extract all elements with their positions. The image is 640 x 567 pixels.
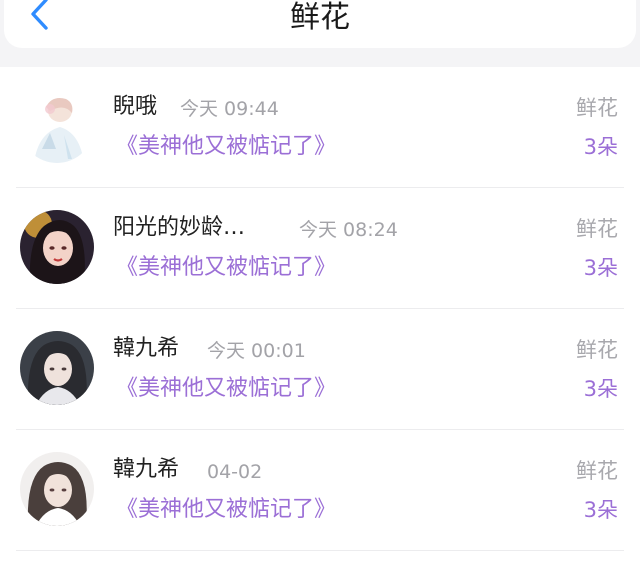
gift-count: 3朵: [583, 377, 618, 401]
sender-name: 睨哦: [113, 94, 158, 119]
avatar-illustration-icon: [20, 331, 94, 405]
book-title-link[interactable]: 《美神他又被惦记了》: [116, 374, 336, 404]
list-item[interactable]: 睨哦 今天 09:44 《美神他又被惦记了》 鲜花 3朵: [0, 67, 640, 188]
gift-type-label: 鲜花: [576, 459, 618, 483]
avatar-illustration-icon: [20, 210, 94, 284]
book-title-link[interactable]: 《美神他又被惦记了》: [116, 495, 336, 525]
avatar-illustration-icon: [20, 89, 94, 163]
sent-time: 今天 09:44: [180, 98, 279, 120]
gift-count: 3朵: [583, 498, 618, 522]
list-item[interactable]: 韓九希 04-02 《美神他又被惦记了》 鲜花 3朵: [0, 430, 640, 551]
gift-count: 3朵: [583, 256, 618, 280]
divider: [16, 550, 624, 551]
avatar[interactable]: [20, 331, 94, 405]
avatar[interactable]: [20, 452, 94, 526]
page-title: 鲜花: [290, 0, 350, 35]
list-item[interactable]: 阳光的妙龄… 今天 08:24 《美神他又被惦记了》 鲜花 3朵: [0, 188, 640, 309]
flower-gift-list: 睨哦 今天 09:44 《美神他又被惦记了》 鲜花 3朵 阳光的妙龄… 今天 0…: [0, 67, 640, 567]
book-title-link[interactable]: 《美神他又被惦记了》: [116, 132, 336, 162]
sent-time: 04-02: [207, 461, 263, 483]
sent-time: 今天 08:24: [299, 219, 398, 241]
top-nav-bar: 鲜花: [4, 0, 636, 48]
avatar-illustration-icon: [20, 452, 94, 526]
avatar[interactable]: [20, 210, 94, 284]
avatar[interactable]: [20, 89, 94, 163]
book-title-link[interactable]: 《美神他又被惦记了》: [116, 253, 336, 283]
sender-name: 阳光的妙龄…: [113, 215, 246, 240]
gift-type-label: 鲜花: [576, 96, 618, 120]
sender-name: 韓九希: [113, 457, 180, 482]
sender-name: 韓九希: [113, 336, 180, 361]
gift-type-label: 鲜花: [576, 217, 618, 241]
gift-type-label: 鲜花: [576, 338, 618, 362]
sent-time: 今天 00:01: [207, 340, 306, 362]
list-item[interactable]: 韓九希 今天 00:01 《美神他又被惦记了》 鲜花 3朵: [0, 309, 640, 430]
gift-count: 3朵: [583, 135, 618, 159]
